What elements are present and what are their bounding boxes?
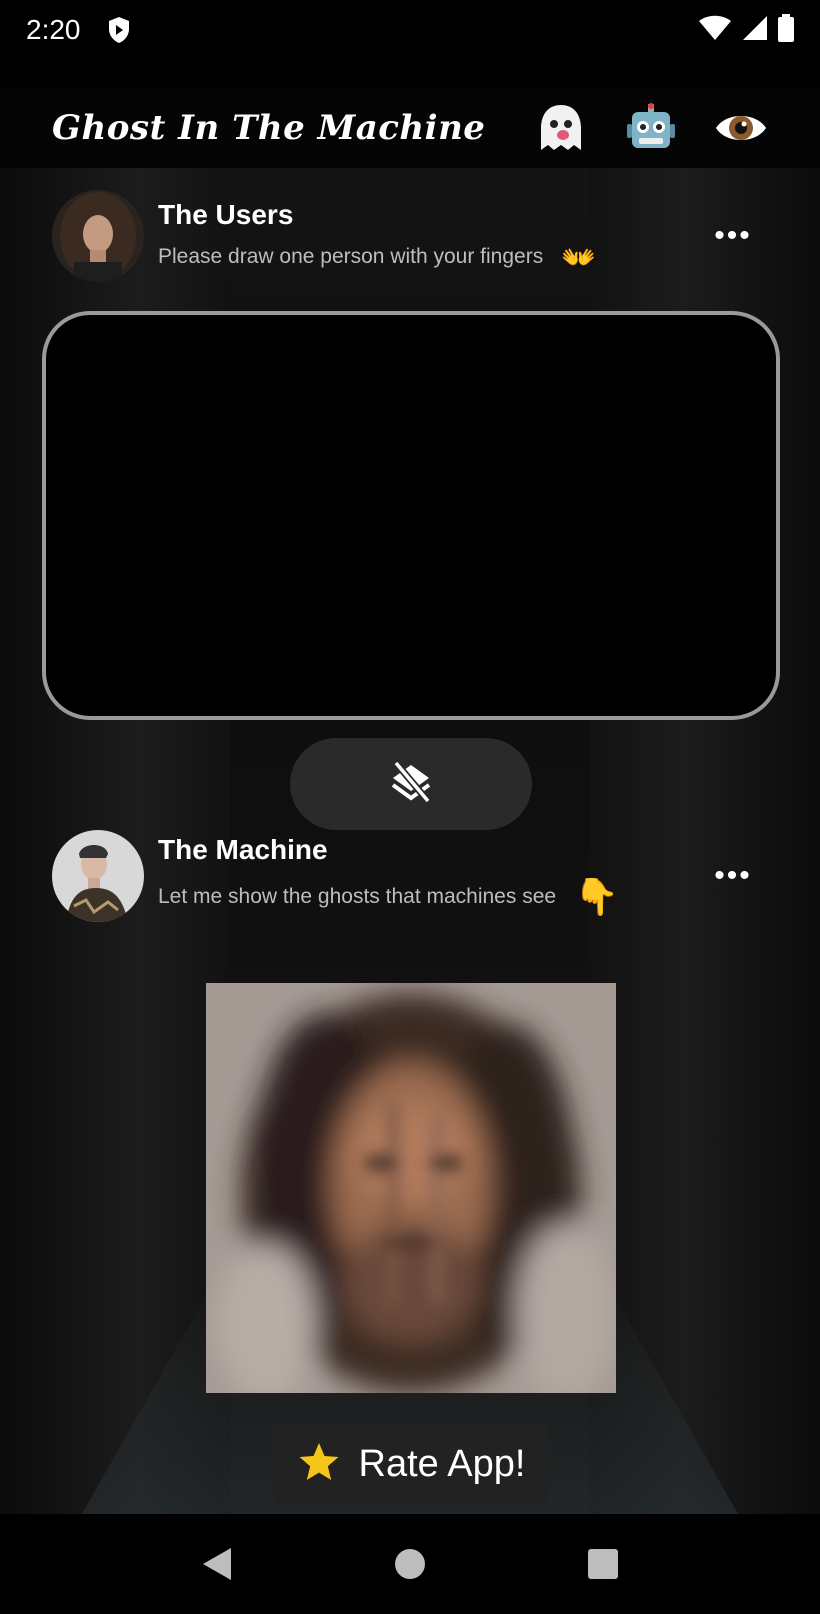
eye-icon[interactable] xyxy=(714,101,768,155)
machine-post-caption: Let me show the ghosts that machines see xyxy=(158,885,557,908)
users-post-caption: Please draw one person with your fingers xyxy=(158,245,544,268)
phone-screen: 2:20 Ghost In The Machine The Users Plea… xyxy=(0,0,820,1614)
layers-toggle-button[interactable] xyxy=(290,738,532,830)
machine-post-text: The Machine Let me show the ghosts that … xyxy=(158,834,708,918)
machine-avatar xyxy=(52,830,144,922)
drawing-canvas[interactable] xyxy=(42,311,780,720)
rate-app-button[interactable]: Rate App! xyxy=(273,1423,549,1505)
layers-off-icon xyxy=(388,759,434,810)
generated-face-image xyxy=(206,983,616,1393)
back-icon[interactable] xyxy=(187,1534,247,1594)
open-hands-emoji: 👐 xyxy=(561,241,597,273)
users-post-text: The Users Please draw one person with yo… xyxy=(158,199,708,274)
status-indicators xyxy=(698,13,794,47)
status-bar: 2:20 xyxy=(0,0,820,60)
rate-app-label: Rate App! xyxy=(358,1442,526,1485)
wifi-icon xyxy=(698,15,732,46)
ghost-icon[interactable] xyxy=(534,101,588,155)
users-post-more-button[interactable]: ••• xyxy=(708,216,758,256)
machine-post-caption-row: Let me show the ghosts that machines see… xyxy=(158,876,708,918)
signal-icon xyxy=(742,15,768,46)
pointing-down-emoji: 👇 xyxy=(574,876,619,917)
home-icon[interactable] xyxy=(380,1534,440,1594)
app-header: Ghost In The Machine xyxy=(0,88,820,168)
status-time: 2:20 xyxy=(26,14,81,45)
recents-icon[interactable] xyxy=(573,1534,633,1594)
navigation-bar xyxy=(0,1514,820,1614)
shield-icon xyxy=(107,16,131,44)
users-post-header: The Users Please draw one person with yo… xyxy=(52,188,768,284)
header-icons xyxy=(534,101,768,155)
machine-post-header: The Machine Let me show the ghosts that … xyxy=(52,828,768,924)
content-area: The Users Please draw one person with yo… xyxy=(0,168,820,1514)
users-avatar xyxy=(52,190,144,282)
robot-icon[interactable] xyxy=(624,101,678,155)
star-icon xyxy=(297,1441,341,1488)
battery-icon xyxy=(778,13,794,47)
users-post-name: The Users xyxy=(158,198,294,230)
app-title: Ghost In The Machine xyxy=(52,108,486,148)
machine-post-more-button[interactable]: ••• xyxy=(708,856,758,896)
machine-post-name: The Machine xyxy=(158,834,328,865)
users-post-caption-row: Please draw one person with your fingers… xyxy=(158,241,708,274)
